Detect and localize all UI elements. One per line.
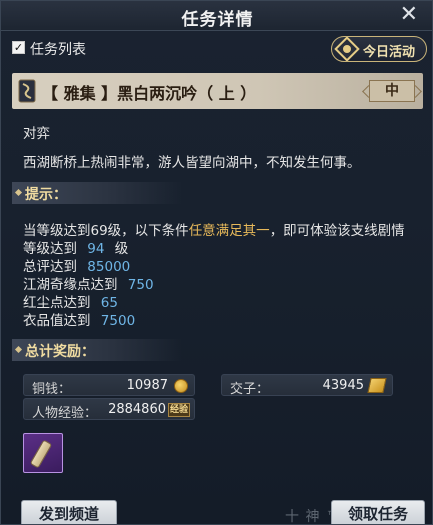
section-dot-icon — [14, 345, 23, 354]
copper-label: 铜钱： — [32, 382, 72, 397]
quest-title-row: 【 雅集 】黑白两沉吟（ 上 ） 中 — [12, 73, 423, 109]
condition-row: 衣品值达到 7500 — [23, 309, 135, 329]
description-text: 西湖断桥上热闹非常，游人皆望向湖中，不知发生何事。 — [23, 155, 361, 171]
condition-label: 衣品值达到 — [23, 313, 91, 329]
title-bar: 任务详情 ✕ — [1, 1, 432, 31]
condition-value: 750 — [127, 277, 154, 293]
jiaozi-reward: 交子： 43945 — [221, 374, 393, 397]
quest-title: 【 雅集 】黑白两沉吟（ 上 ） — [42, 84, 257, 103]
exp-reward: 人物经验： 2884860 经验 — [23, 398, 195, 421]
condition-row: 等级达到 94 级 — [23, 237, 128, 257]
exp-label: 人物经验： — [32, 406, 98, 421]
activity-diamond-icon — [334, 36, 360, 62]
hint-intro: 当等级达到69级，以下条件任意满足其一，即可体验该支线剧情 — [23, 219, 405, 239]
condition-row: 红尘点达到 65 — [23, 291, 118, 311]
exp-value: 2884860 — [108, 402, 166, 417]
copper-coin-icon — [174, 379, 188, 393]
condition-value: 7500 — [100, 313, 136, 329]
hint-section-header: 提示： — [12, 182, 182, 204]
reward-section-header: 总计奖励： — [12, 339, 182, 361]
quest-list-checkbox[interactable]: ✓ — [12, 41, 25, 54]
difficulty-badge: 中 — [369, 80, 415, 102]
section-dot-icon — [14, 188, 23, 197]
condition-row: 总评达到 85000 — [23, 255, 130, 275]
hint-intro-highlight: 任意满足其一 — [188, 223, 270, 239]
copper-value: 10987 — [126, 378, 168, 393]
quest-marker-icon — [18, 79, 36, 103]
condition-row: 江湖奇缘点达到 750 — [23, 273, 154, 293]
description-title: 对弈 — [23, 126, 50, 142]
send-to-channel-button[interactable]: 发到频道 — [21, 500, 117, 524]
quest-detail-panel: 任务详情 ✕ ✓ 任务列表 今日活动 【 雅集 】黑白两沉吟（ 上 ） 中 对弈… — [0, 0, 433, 525]
window-title: 任务详情 — [181, 10, 254, 30]
copper-reward: 铜钱： 10987 — [23, 374, 195, 397]
close-icon[interactable]: ✕ — [400, 3, 418, 27]
hint-heading: 提示： — [25, 187, 67, 203]
today-activity-button[interactable]: 今日活动 — [331, 36, 427, 62]
quest-list-label[interactable]: 任务列表 — [30, 39, 86, 59]
reward-item-scroll[interactable] — [23, 433, 63, 473]
jiaozi-value: 43945 — [322, 378, 364, 393]
scroll-icon — [29, 439, 53, 469]
jiaozi-note-icon — [367, 378, 387, 393]
accept-quest-button[interactable]: 领取任务 — [331, 500, 425, 524]
exp-icon: 经验 — [167, 403, 190, 417]
reward-heading: 总计奖励： — [25, 344, 95, 360]
toolbar: ✓ 任务列表 今日活动 — [1, 32, 432, 64]
hint-intro-suffix: ，即可体验该支线剧情 — [269, 223, 405, 239]
jiaozi-label: 交子： — [230, 382, 270, 397]
today-activity-label: 今日活动 — [363, 45, 416, 60]
